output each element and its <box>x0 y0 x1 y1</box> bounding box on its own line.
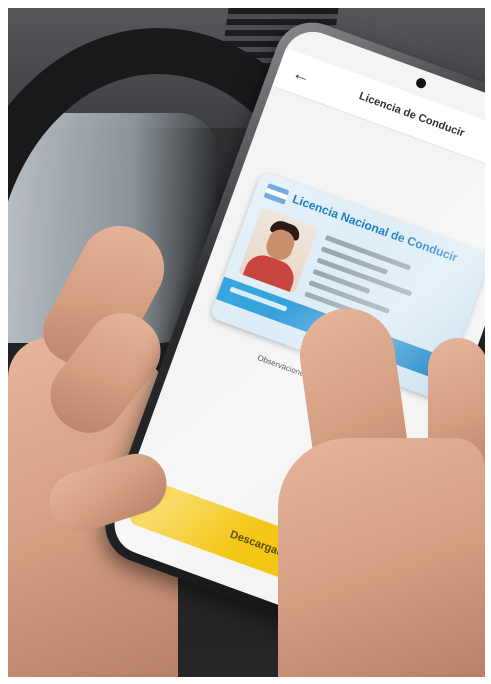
license-stripe-field <box>229 286 288 312</box>
license-photo <box>238 207 319 294</box>
right-hand <box>278 438 485 677</box>
photo-frame: ← Licencia de Conducir Licencia Nacional… <box>0 0 491 684</box>
argentina-flag-icon <box>263 183 290 205</box>
car-interior-scene: ← Licencia de Conducir Licencia Nacional… <box>8 8 485 677</box>
